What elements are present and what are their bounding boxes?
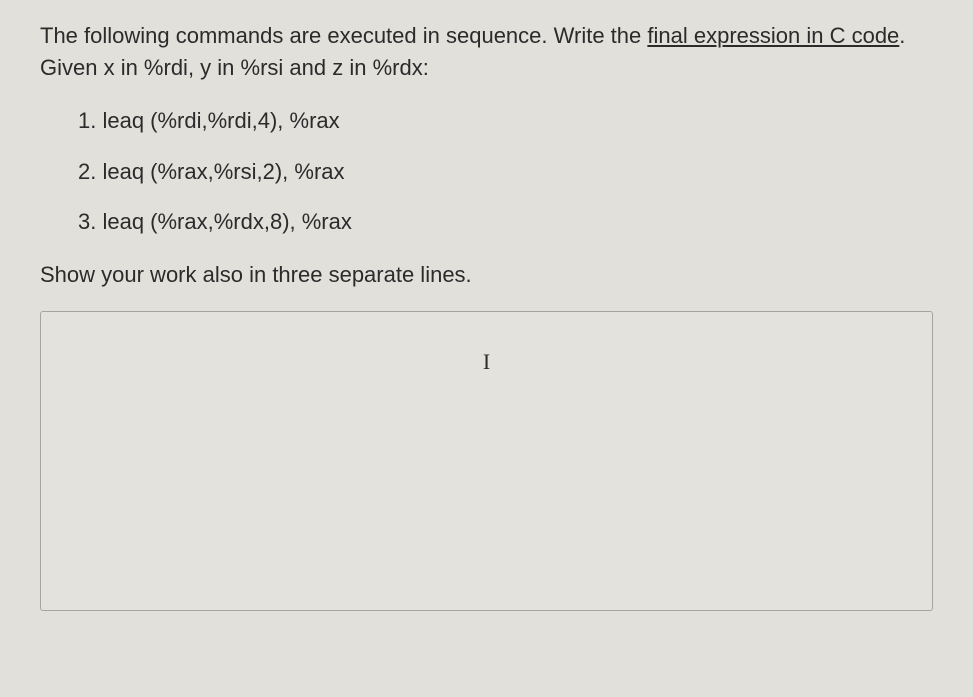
instruction-item-3: 3. leaq (%rax,%rdx,8), %rax bbox=[78, 207, 933, 238]
answer-area-wrap: I bbox=[40, 311, 933, 616]
answer-textarea[interactable] bbox=[40, 311, 933, 611]
instruction-item-1: 1. leaq (%rdi,%rdi,4), %rax bbox=[78, 106, 933, 137]
instruction-list: 1. leaq (%rdi,%rdi,4), %rax 2. leaq (%ra… bbox=[40, 106, 933, 238]
question-block: The following commands are executed in s… bbox=[40, 20, 933, 616]
intro-text-underline: final expression in C code bbox=[647, 23, 899, 48]
show-work-line: Show your work also in three separate li… bbox=[40, 260, 933, 291]
instruction-item-2: 2. leaq (%rax,%rsi,2), %rax bbox=[78, 157, 933, 188]
intro-text-pre: The following commands are executed in s… bbox=[40, 23, 647, 48]
question-intro: The following commands are executed in s… bbox=[40, 20, 933, 84]
